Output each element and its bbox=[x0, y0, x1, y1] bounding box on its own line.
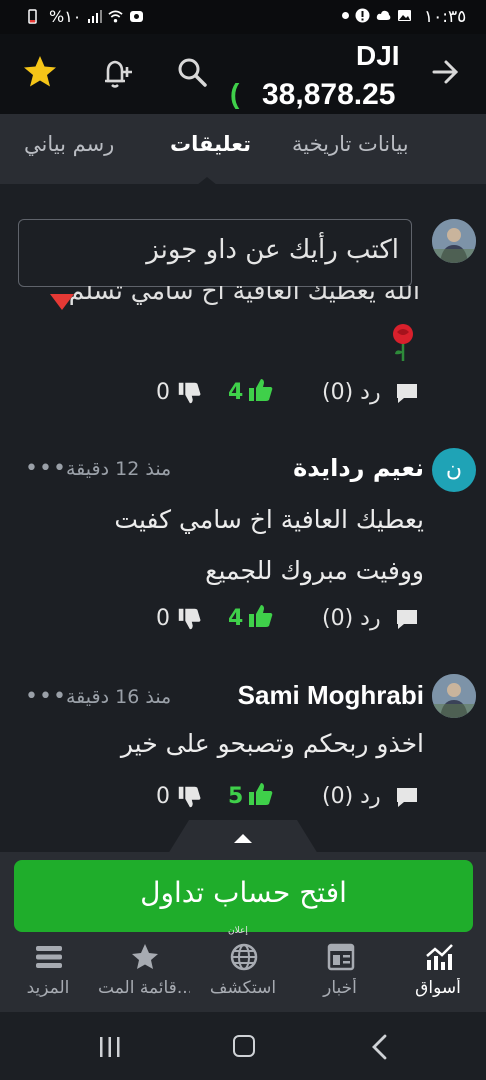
watchlist-star-icon[interactable] bbox=[22, 54, 58, 90]
comment-actions: رد (0) 4 0 bbox=[0, 374, 486, 414]
status-right bbox=[342, 8, 412, 23]
forward-arrow-icon[interactable] bbox=[428, 54, 464, 90]
avatar bbox=[432, 674, 476, 718]
reply-button[interactable]: رد (0) bbox=[322, 380, 381, 405]
thumbs-up-icon[interactable] bbox=[246, 376, 274, 404]
thumbs-down-icon[interactable] bbox=[176, 784, 202, 810]
battery-percent: %١٠ bbox=[49, 7, 82, 26]
avatar: ن bbox=[432, 448, 476, 492]
chevron-up-icon bbox=[234, 834, 252, 843]
status-left: %١٠ bbox=[28, 7, 144, 26]
nav-news[interactable]: أخبار bbox=[294, 936, 386, 1012]
battery-icon bbox=[28, 9, 37, 24]
gallery-icon bbox=[398, 10, 411, 21]
nav-label: قائمة المت... bbox=[98, 978, 190, 998]
thumbs-down-icon[interactable] bbox=[176, 380, 202, 406]
comment-username[interactable]: Sami Moghrabi bbox=[238, 680, 424, 711]
dislike-count: 0 bbox=[156, 784, 170, 809]
comment-actions: رد (0) 4 0 bbox=[0, 600, 486, 640]
nav-label: المزيد bbox=[26, 978, 70, 998]
thumbs-down-icon[interactable] bbox=[176, 606, 202, 632]
avatar-photo-icon bbox=[432, 674, 476, 718]
globe-icon bbox=[230, 943, 258, 971]
signal-icon bbox=[88, 10, 103, 23]
dislike-count: 0 bbox=[156, 380, 170, 405]
thumbs-up-icon[interactable] bbox=[246, 602, 274, 630]
back-icon[interactable] bbox=[370, 1034, 390, 1060]
nav-markets[interactable]: أسواق bbox=[392, 936, 484, 1012]
markets-chart-icon bbox=[426, 944, 453, 970]
comment-actions: رد (0) 5 0 bbox=[0, 778, 486, 818]
price-change-fragment: ( bbox=[230, 78, 240, 109]
reply-icon[interactable] bbox=[394, 606, 420, 632]
system-navigation-bar bbox=[0, 1012, 486, 1080]
recent-apps-icon[interactable] bbox=[98, 1036, 122, 1058]
user-avatar bbox=[432, 219, 476, 263]
like-count: 4 bbox=[228, 380, 244, 405]
nav-label: استكشف bbox=[209, 978, 277, 998]
comment-text-line-1: اخذو ربحكم وتصبحو على خير bbox=[120, 729, 424, 758]
tab-historical-data[interactable]: بيانات تاريخية bbox=[292, 132, 409, 156]
reply-icon[interactable] bbox=[394, 380, 420, 406]
nav-watchlist[interactable]: قائمة المت... bbox=[98, 936, 190, 1012]
tab-chart[interactable]: رسم بياني bbox=[24, 132, 114, 156]
comment-text-line-2: ووفيت مبروك للجميع bbox=[205, 556, 424, 585]
nav-label: أخبار bbox=[323, 978, 357, 998]
nav-more[interactable]: المزيد bbox=[2, 936, 94, 1012]
dot-icon bbox=[342, 12, 349, 19]
thumbs-up-icon[interactable] bbox=[246, 780, 274, 808]
comment-time: منذ 16 دقيقة bbox=[66, 686, 172, 708]
reply-button[interactable]: رد (0) bbox=[322, 606, 381, 631]
comment-text-line-1: يعطيك العافية اخ سامي كفيت bbox=[114, 505, 424, 534]
down-triangle-icon bbox=[50, 294, 74, 310]
last-price: 38,878.25 bbox=[262, 78, 396, 111]
notification-app-icon bbox=[130, 11, 144, 22]
bottom-navigation: أسواق أخبار استكشف قائمة المت... المزيد bbox=[0, 936, 486, 1012]
active-tab-indicator bbox=[197, 177, 217, 185]
add-alert-bell-icon[interactable] bbox=[98, 54, 136, 92]
news-icon bbox=[327, 943, 355, 971]
wifi-icon bbox=[108, 10, 124, 23]
nav-explore[interactable]: استكشف bbox=[197, 936, 289, 1012]
comment-time: منذ 12 دقيقة bbox=[66, 458, 172, 480]
clock: ١٠:٣٥ bbox=[424, 7, 467, 27]
reply-button[interactable]: رد (0) bbox=[322, 784, 381, 809]
comment-username[interactable]: نعيم ردايدة bbox=[293, 454, 424, 482]
star-icon bbox=[132, 944, 158, 969]
status-bar: %١٠ ١٠:٣٥ bbox=[0, 0, 486, 34]
expand-panel-tab[interactable] bbox=[168, 820, 318, 854]
comment-input-placeholder: اكتب رأيك عن داو جونز bbox=[146, 235, 399, 265]
like-count: 5 bbox=[228, 784, 244, 809]
like-count: 4 bbox=[228, 606, 244, 631]
tab-comments[interactable]: تعليقات bbox=[170, 132, 251, 156]
rose-emoji-icon bbox=[393, 324, 413, 361]
comment-more-menu[interactable]: ••• bbox=[25, 684, 67, 709]
search-icon[interactable] bbox=[174, 54, 210, 90]
comment-text-clipped-line: الله يعطيك العافية اخ سامي تسلم bbox=[68, 286, 420, 305]
reply-icon[interactable] bbox=[394, 784, 420, 810]
section-tabs: بيانات تاريخية تعليقات رسم بياني bbox=[0, 114, 486, 184]
alert-icon bbox=[355, 8, 370, 23]
ad-label: إعلان bbox=[228, 926, 248, 936]
open-trading-account-button[interactable]: افتح حساب تداول bbox=[14, 860, 473, 932]
comment-input[interactable]: اكتب رأيك عن داو جونز bbox=[18, 219, 412, 287]
menu-icon bbox=[36, 946, 62, 968]
cloud-icon bbox=[376, 10, 391, 20]
cta-bar: افتح حساب تداول إعلان bbox=[0, 852, 486, 936]
instrument-header: DJI 38,878.25 ( bbox=[0, 34, 486, 114]
ticker-symbol: DJI bbox=[356, 40, 400, 71]
nav-label: أسواق bbox=[415, 978, 461, 998]
comment-more-menu[interactable]: ••• bbox=[25, 456, 67, 481]
home-button-icon[interactable] bbox=[233, 1035, 255, 1057]
dislike-count: 0 bbox=[156, 606, 170, 631]
comment-text-clipped: الله يعطيك العافية اخ سامي تسلم bbox=[50, 286, 420, 310]
avatar-photo-icon bbox=[432, 219, 476, 263]
